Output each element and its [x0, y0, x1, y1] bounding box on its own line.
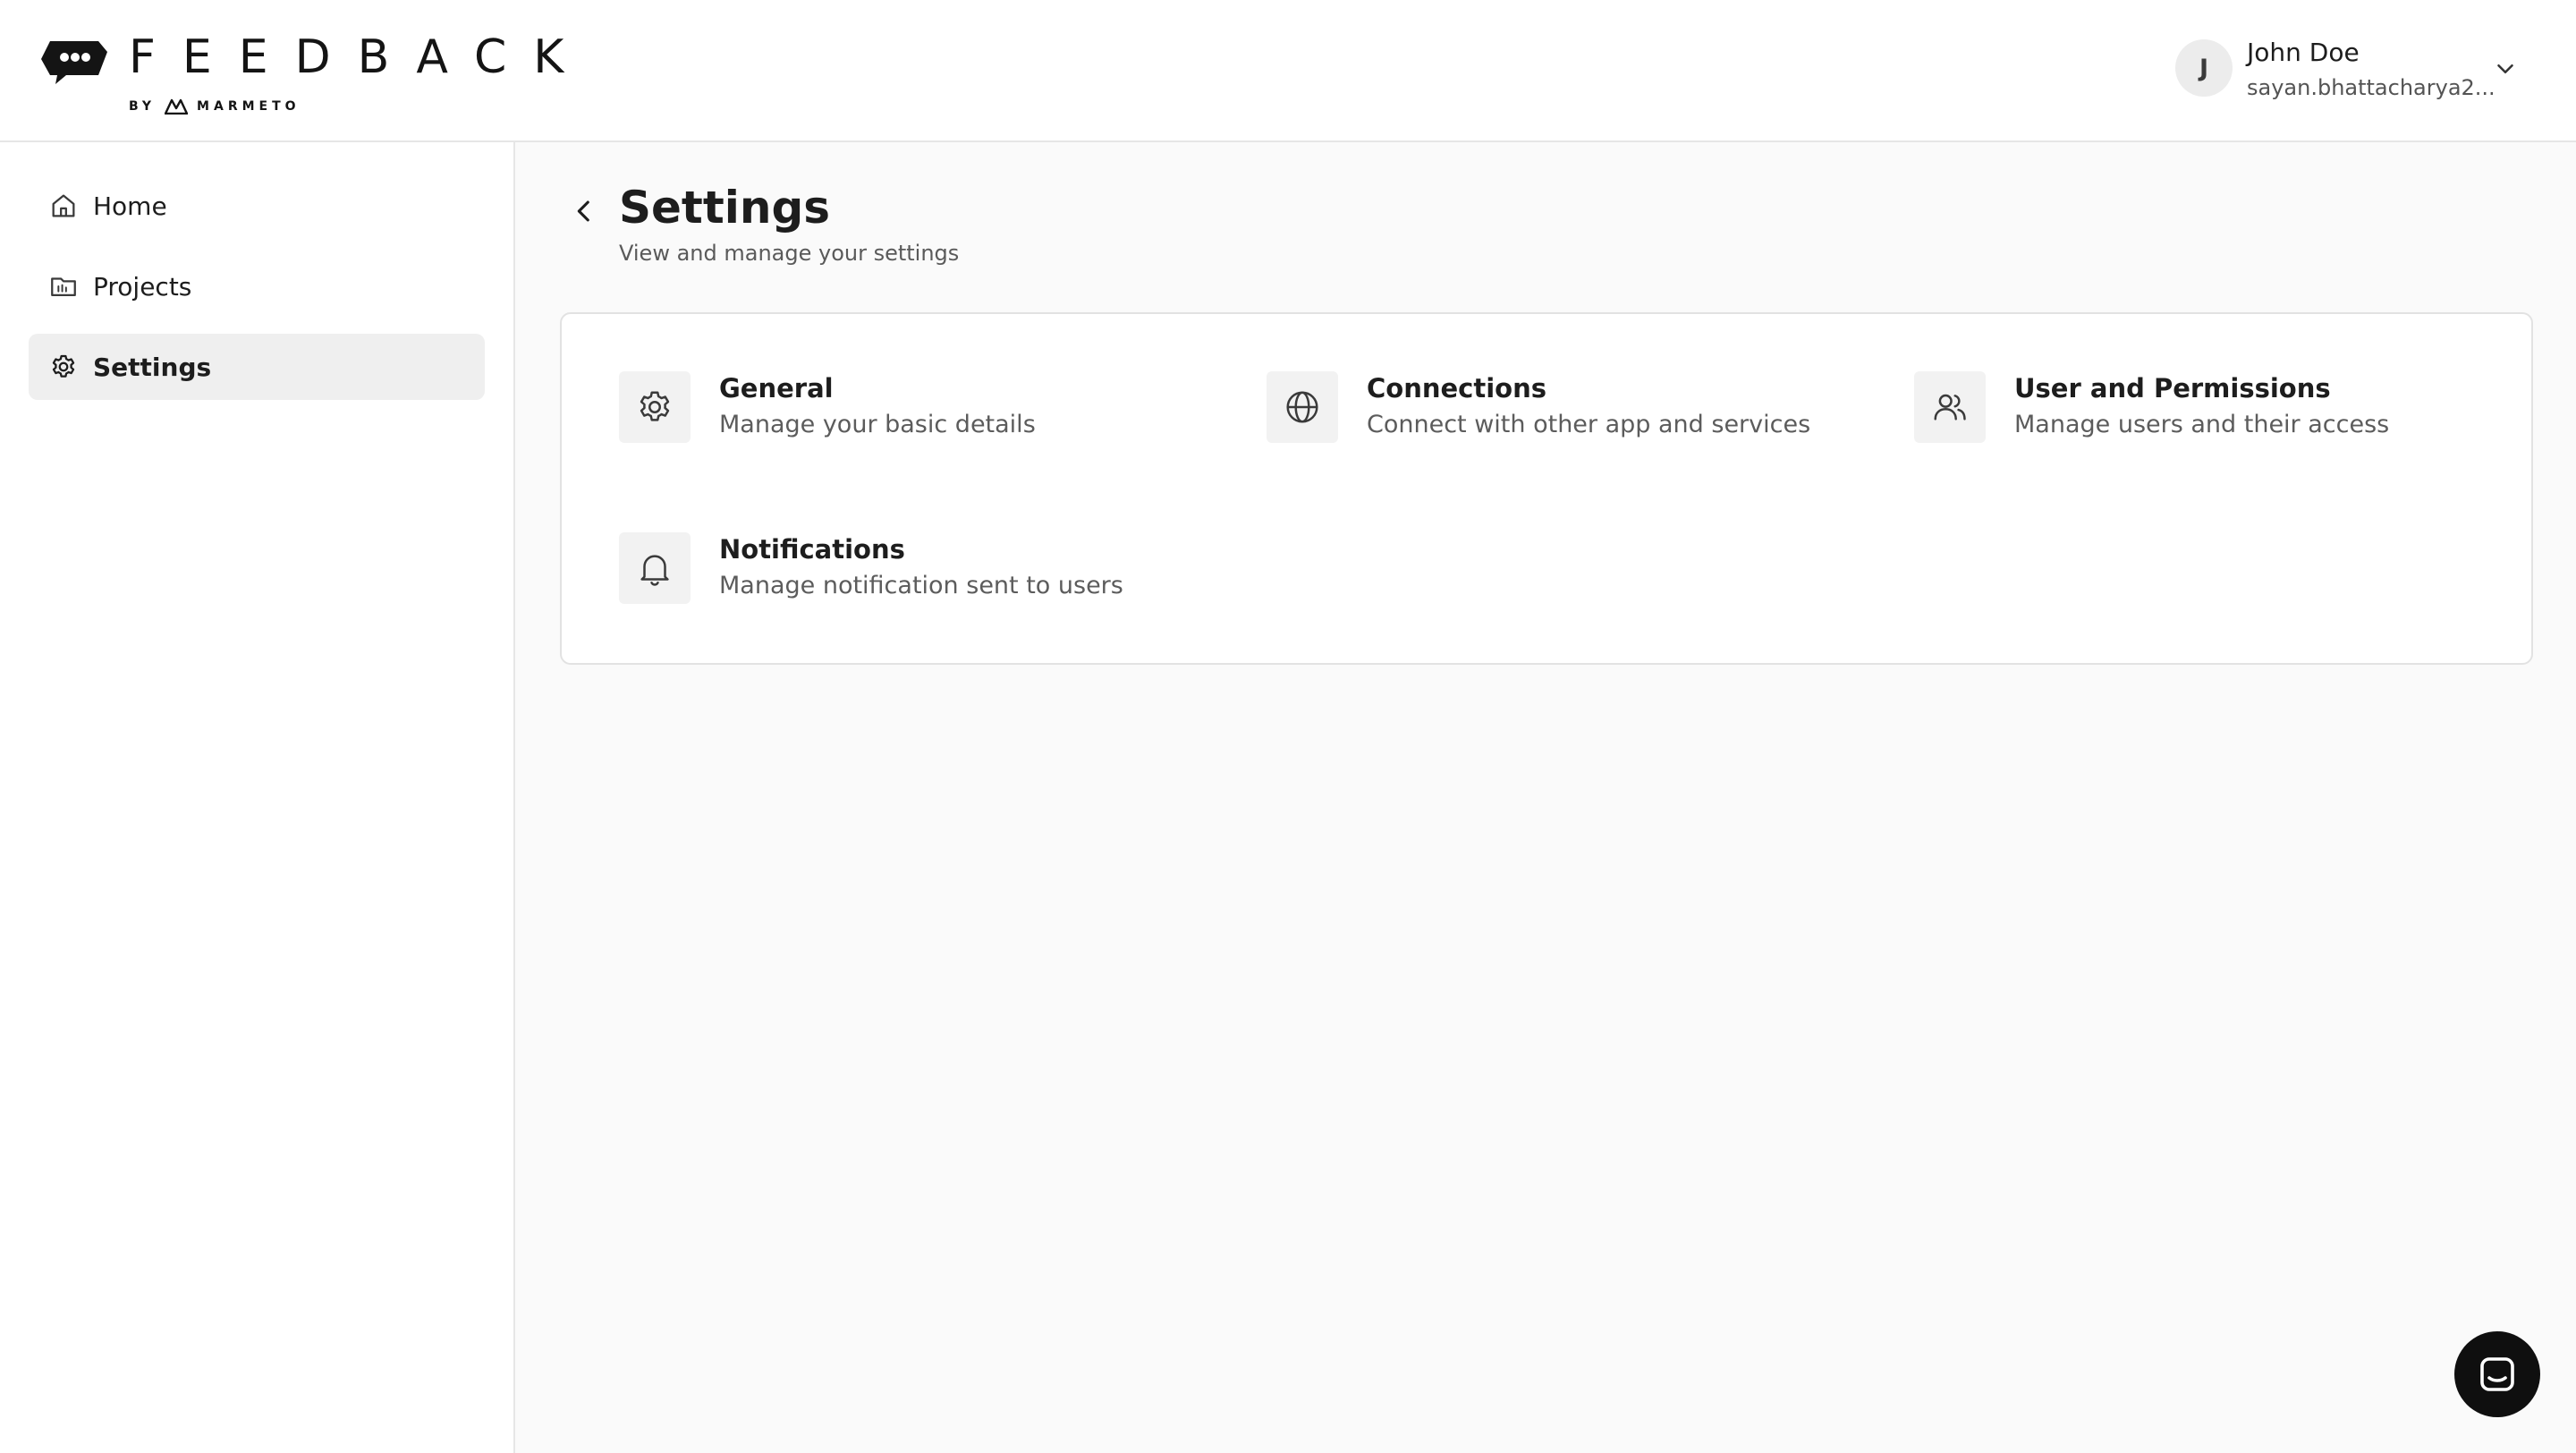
chat-launcher-button[interactable] [2454, 1331, 2540, 1417]
home-icon [52, 194, 75, 217]
setting-icon-box [1914, 371, 1986, 443]
setting-title: Connections [1367, 373, 1546, 404]
setting-user-permissions[interactable]: User and Permissions Manage users and th… [1914, 371, 2540, 445]
setting-general[interactable]: General Manage your basic details [619, 371, 1245, 445]
chevron-down-icon[interactable] [2492, 55, 2519, 82]
brand-by-text: BY [129, 99, 157, 114]
chat-icon [2480, 1357, 2514, 1391]
sidebar-item-label: Home [93, 191, 167, 221]
setting-title: User and Permissions [2014, 373, 2331, 404]
setting-icon-box [619, 532, 691, 604]
setting-icon-box [619, 371, 691, 443]
top-header: FEEDBACK BY MARMETO J John Doe sayan.bha… [0, 0, 2576, 142]
bell-icon [640, 555, 669, 586]
gear-icon [640, 391, 670, 421]
avatar: J [2175, 39, 2233, 97]
brand-company: MARMETO [197, 99, 301, 114]
page-subtitle: View and manage your settings [619, 241, 960, 266]
setting-connections[interactable]: Connections Connect with other app and s… [1267, 371, 1893, 445]
setting-description: Manage users and their access [2014, 411, 2390, 438]
sidebar-item-projects[interactable]: Projects [29, 253, 485, 319]
main-content: Settings View and manage your settings G… [515, 142, 2576, 1453]
setting-description: Connect with other app and services [1367, 411, 1811, 438]
sidebar-item-label: Settings [93, 352, 212, 382]
chat-bubble-logo-icon [41, 41, 107, 84]
brand-name: FEEDBACK [129, 30, 591, 84]
sidebar-item-home[interactable]: Home [29, 173, 485, 239]
setting-title: Notifications [719, 534, 905, 565]
gear-icon [52, 354, 75, 378]
setting-icon-box [1267, 371, 1338, 443]
settings-card: General Manage your basic details Connec… [560, 312, 2533, 665]
setting-notifications[interactable]: Notifications Manage notification sent t… [619, 532, 1245, 606]
setting-description: Manage your basic details [719, 411, 1036, 438]
user-menu[interactable]: J John Doe sayan.bhattacharya2... [2175, 34, 2533, 106]
user-email: sayan.bhattacharya2... [2247, 75, 2496, 100]
brand-logo[interactable]: FEEDBACK BY MARMETO [39, 29, 564, 118]
sidebar-item-label: Projects [93, 271, 192, 302]
sidebar-item-settings[interactable]: Settings [29, 334, 485, 400]
globe-icon [1286, 391, 1318, 423]
chevron-left-icon[interactable] [569, 196, 599, 226]
page-title: Settings [619, 182, 831, 234]
users-icon [1934, 394, 1966, 421]
setting-title: General [719, 373, 834, 404]
marmeto-mark-icon [165, 98, 189, 115]
sidebar: Home Projects Settings [0, 142, 515, 1453]
folder-icon [51, 277, 76, 297]
setting-description: Manage notification sent to users [719, 572, 1123, 599]
brand-byline: BY MARMETO [129, 95, 301, 118]
user-name: John Doe [2247, 38, 2360, 67]
